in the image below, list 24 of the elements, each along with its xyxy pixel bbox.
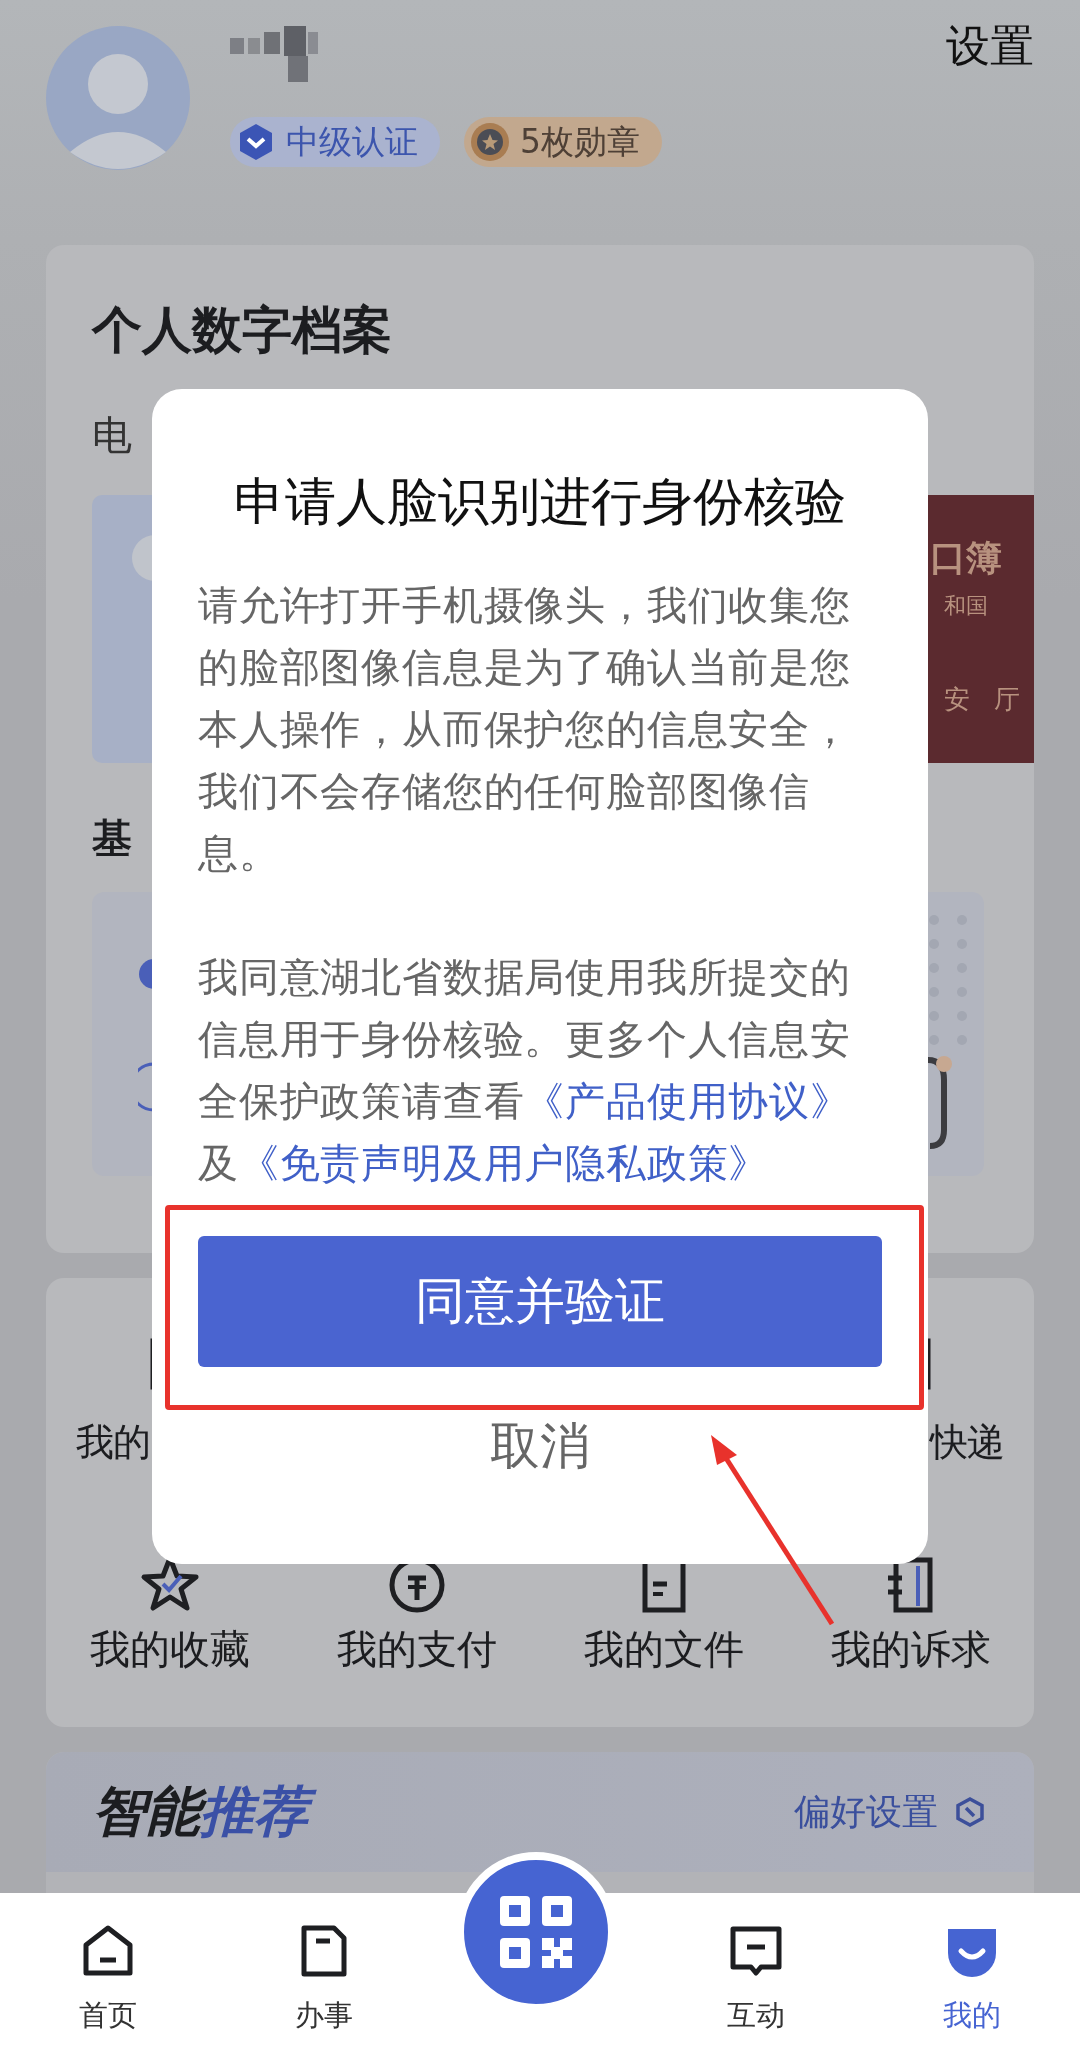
settings-link[interactable]: 设置 (946, 16, 1034, 76)
badge-label: 5枚勋章 (520, 120, 640, 163)
service-item[interactable]: 我的诉求 (787, 1554, 1034, 1674)
nav-tab[interactable]: 办事 (216, 1893, 432, 2070)
cancel-button[interactable]: 取消 (198, 1416, 882, 1476)
badge-label: 中级认证 (286, 120, 418, 163)
agree-button[interactable]: 同意并验证 (198, 1236, 882, 1367)
nav-tab[interactable]: 我的 (864, 1893, 1080, 2070)
nav-tab[interactable]: 首页 (0, 1893, 216, 2070)
dialog-title: 申请人脸识别进行身份核验 (233, 471, 847, 533)
card-title: 个人数字档案 (92, 300, 392, 360)
policy-link[interactable]: 《免责声明及用户隐私政策》 (238, 1140, 770, 1186)
service-item[interactable]: 我的收藏 (46, 1554, 293, 1674)
dialog-paragraph: 请允许打开手机摄像头，我们收集您的脸部图像信息是为了确认当前是您本人操作，从而保护您的信息安全，我们不会存储您的任何脸部图像信息。 (198, 581, 852, 878)
card-text: 和国 (943, 592, 989, 620)
section-label: 电 (92, 411, 132, 460)
card-text: 安 厅 (943, 683, 1030, 716)
card-text: 口簿 (930, 536, 1003, 580)
service-item[interactable]: 我的支付 (293, 1554, 540, 1674)
section-label: 基 (92, 814, 132, 863)
policy-link[interactable]: 《产品使用协议》 (524, 1078, 851, 1124)
nav-tab[interactable]: 互动 (648, 1893, 864, 2070)
dialog-paragraph: 我同意湖北省数据局使用我所提交的信息用于身份核验。更多个人信息安全保护政策请查看《产品使用协议》 及《免责声明及用户隐私政策》 (198, 953, 852, 1188)
section-title: 智能推荐 (92, 1776, 318, 1848)
